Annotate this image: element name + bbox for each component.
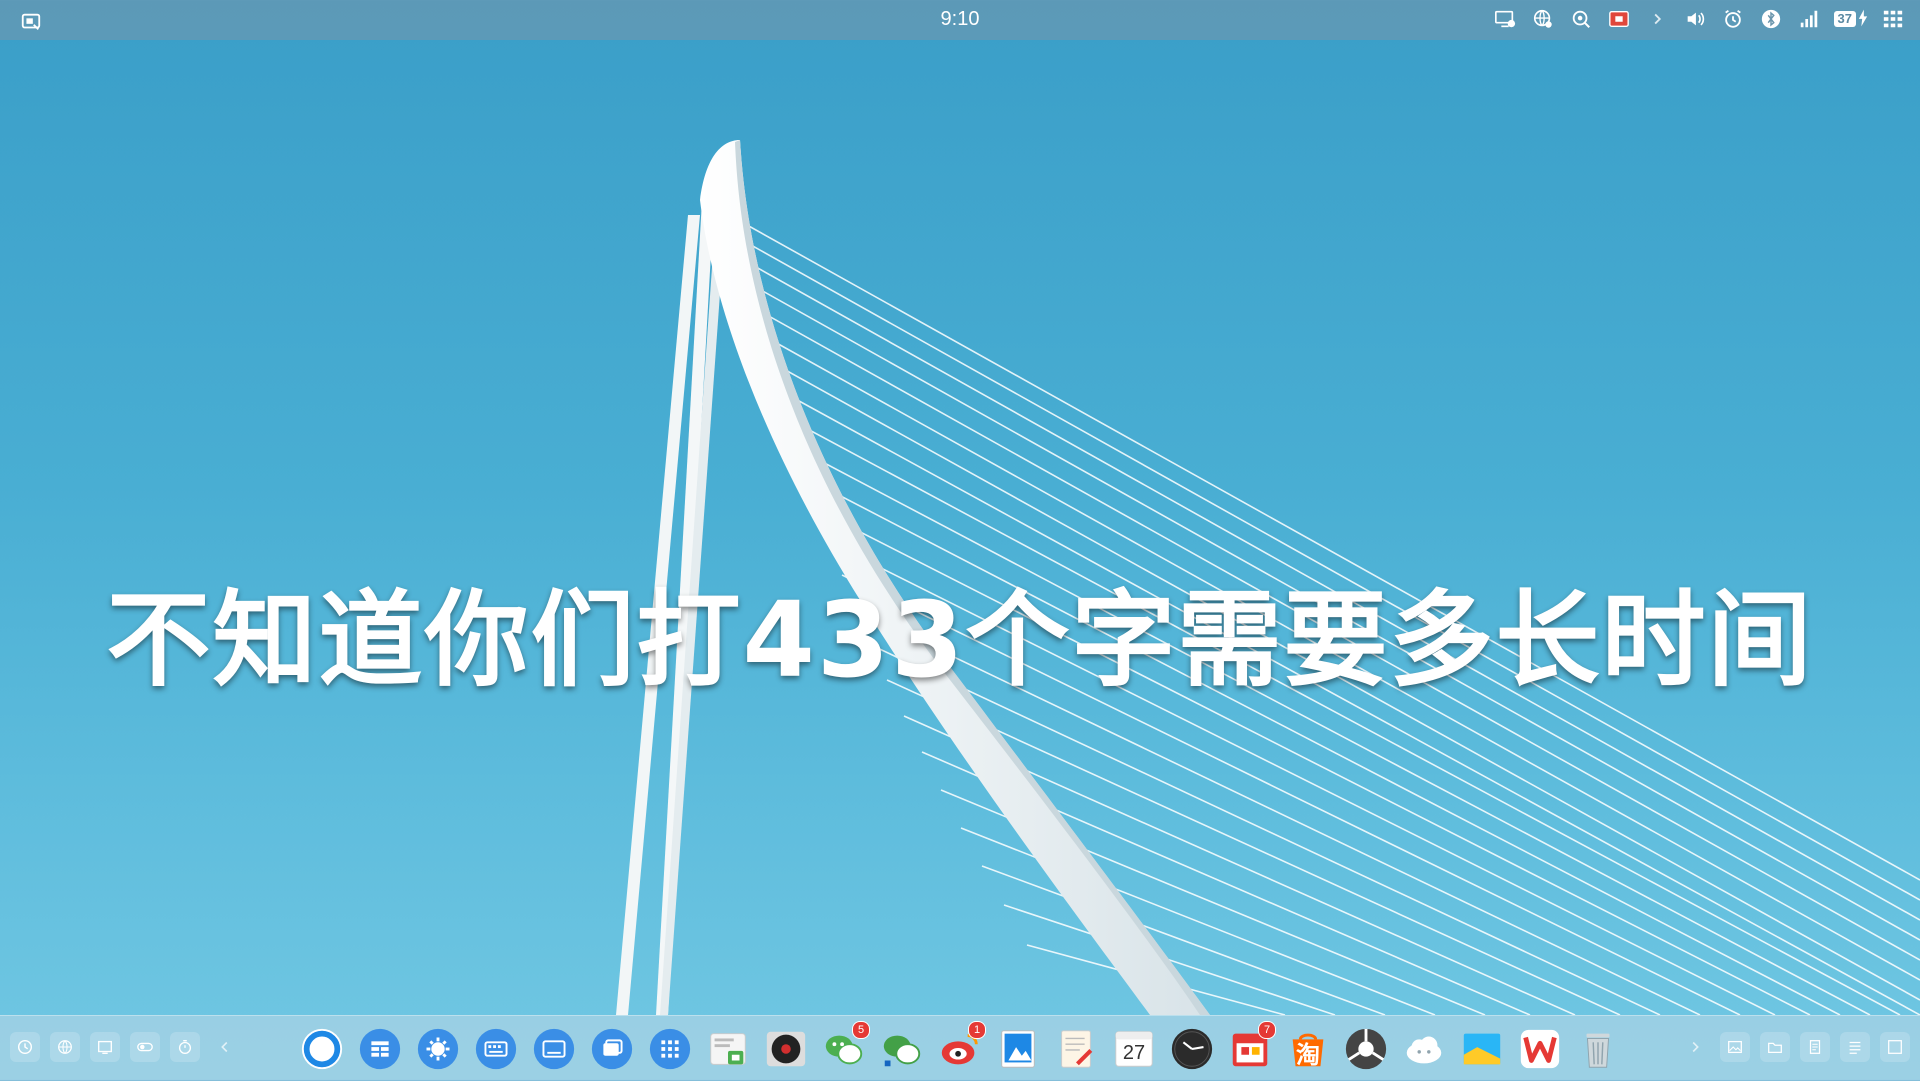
wechat-badge: 5 — [852, 1021, 870, 1039]
clock-tool-icon[interactable] — [10, 1032, 40, 1062]
file-manager-app-icon[interactable] — [704, 1025, 752, 1073]
calendar-app-icon[interactable]: 27 — [1110, 1025, 1158, 1073]
store-app-icon[interactable]: 7 — [1226, 1021, 1276, 1073]
app-launcher-icon[interactable] — [646, 1025, 694, 1073]
music-player-app-icon[interactable] — [762, 1025, 810, 1073]
bluetooth-icon[interactable] — [1758, 6, 1784, 32]
weibo-app-icon[interactable]: 1 — [936, 1021, 986, 1073]
desktop-wallpaper: 不知道你们打433个字需要多长时间 — [0, 40, 1920, 1016]
wechat-work-app-icon[interactable] — [878, 1025, 926, 1073]
chevron-right-icon[interactable] — [1644, 6, 1670, 32]
bridge-image — [616, 140, 1920, 1016]
cloud-app-icon[interactable] — [1400, 1025, 1448, 1073]
charging-icon — [1858, 9, 1868, 30]
wps-app-icon[interactable] — [1516, 1025, 1564, 1073]
globe-settings-icon[interactable] — [1530, 6, 1556, 32]
search-icon[interactable] — [1568, 6, 1594, 32]
browser-app-icon[interactable] — [298, 1025, 346, 1073]
notes-app-icon[interactable] — [1052, 1025, 1100, 1073]
keyboard-app-icon[interactable] — [472, 1025, 520, 1073]
volume-icon[interactable] — [1682, 6, 1708, 32]
calendar-day: 27 — [1122, 1042, 1146, 1064]
headline-text: 不知道你们打433个字需要多长时间 — [106, 579, 1814, 701]
photo-app-icon[interactable] — [994, 1025, 1042, 1073]
folder-tool-icon[interactable] — [1760, 1032, 1790, 1062]
screen-switch-icon[interactable] — [18, 9, 44, 35]
toggle-tool-icon[interactable] — [130, 1032, 160, 1062]
globe-tool-icon[interactable] — [50, 1032, 80, 1062]
chevron-left-icon[interactable] — [210, 1032, 240, 1062]
wechat-app-icon[interactable]: 5 — [820, 1021, 870, 1073]
alarm-icon[interactable] — [1720, 6, 1746, 32]
doc-tool-icon[interactable] — [1800, 1032, 1830, 1062]
weibo-badge: 1 — [968, 1021, 986, 1039]
window-app-icon[interactable] — [588, 1025, 636, 1073]
app-grid-icon[interactable] — [1880, 6, 1906, 32]
fullscreen-tool-icon[interactable] — [1880, 1032, 1910, 1062]
chevron-right-icon[interactable] — [1680, 1032, 1710, 1062]
battery-level: 37 — [1833, 11, 1856, 27]
gallery-app-icon[interactable] — [1458, 1025, 1506, 1073]
taobao-label: 淘 — [1296, 1041, 1320, 1069]
taskbar-dock: 5 1 27 7 淘 — [0, 1015, 1920, 1081]
store-badge: 7 — [1258, 1021, 1276, 1039]
clock-app-icon[interactable] — [1168, 1025, 1216, 1073]
battery-indicator: 37 — [1833, 9, 1868, 30]
files-app-icon[interactable] — [356, 1025, 404, 1073]
cast-screen-icon[interactable] — [1492, 6, 1518, 32]
list-tool-icon[interactable] — [1840, 1032, 1870, 1062]
screen-record-icon[interactable] — [1606, 6, 1632, 32]
screen-keyboard-app-icon[interactable] — [530, 1025, 578, 1073]
taobao-app-icon[interactable]: 淘 — [1284, 1025, 1332, 1073]
status-bar: 9:10 37 — [0, 0, 1920, 40]
window-tool-icon[interactable] — [90, 1032, 120, 1062]
trash-app-icon[interactable] — [1574, 1025, 1622, 1073]
image-tool-icon[interactable] — [1720, 1032, 1750, 1062]
settings-app-icon[interactable] — [414, 1025, 462, 1073]
signal-icon — [1796, 6, 1822, 32]
timer-tool-icon[interactable] — [170, 1032, 200, 1062]
chrome-like-app-icon[interactable] — [1342, 1025, 1390, 1073]
